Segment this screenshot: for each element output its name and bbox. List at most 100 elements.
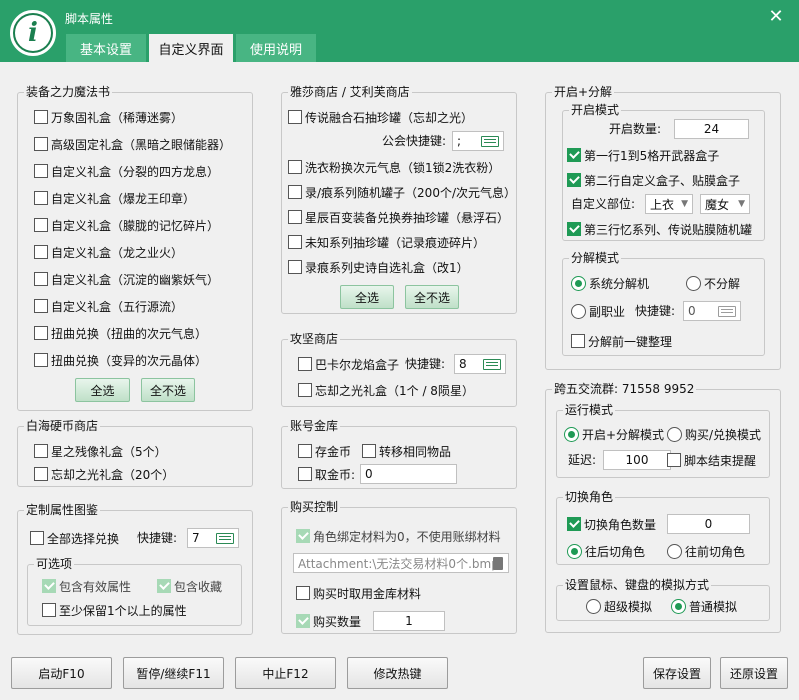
checkbox-row1[interactable]: 第一行1到5格开武器盒子	[567, 145, 719, 165]
sasha-select-all-button[interactable]: 全选	[340, 285, 394, 309]
radio-super-sim[interactable]: 超级模拟	[586, 596, 652, 616]
save-settings-button[interactable]: 保存设置	[643, 657, 711, 689]
checkbox-switch-count[interactable]: 切换角色数量	[567, 514, 656, 534]
radio-go-back[interactable]: 往后切角色	[567, 541, 645, 561]
radio-sys-decompose[interactable]: 系统分解机	[571, 273, 649, 293]
group-title: 切换角色	[563, 490, 616, 504]
checkbox-withdraw-gold[interactable]: 取金币:	[298, 464, 355, 484]
window-title: 脚本属性	[65, 12, 114, 26]
checkbox-magic-9[interactable]: 扭曲兑换（变异的次元晶体）	[34, 350, 207, 370]
radio-normal-sim[interactable]: 普通模拟	[671, 596, 737, 616]
group-title: 装备之力魔法书	[24, 85, 113, 99]
delay-label: 延迟:	[568, 453, 597, 467]
checkbox-magic-1[interactable]: 高级固定礼盒（黑暗之眼储能器）	[34, 134, 231, 154]
guild-hotkey-label: 公会快捷键:	[382, 134, 447, 148]
checkbox-keep-one[interactable]: 至少保留1个以上的属性	[42, 600, 187, 620]
checkbox-include-valid: 包含有效属性	[42, 576, 131, 596]
custom-part-label: 自定义部位:	[571, 197, 636, 211]
checkbox-row2[interactable]: 第二行自定义盒子、贴膜盒子	[567, 170, 740, 190]
group-title: 开启模式	[569, 103, 622, 117]
chevron-down-icon: ▼	[738, 199, 745, 209]
switch-count-input[interactable]: 0	[667, 514, 750, 534]
checkbox-magic-6[interactable]: 自定义礼盒（沉淀的幽紫妖气）	[34, 269, 219, 289]
checkbox-oblivion-box[interactable]: 忘却之光礼盒（1个 / 8陨星）	[298, 380, 474, 400]
checkbox-magic-5[interactable]: 自定义礼盒（龙之业火）	[34, 242, 183, 262]
open-count-input[interactable]: 24	[674, 119, 749, 139]
attr-hotkey-input[interactable]: 7	[187, 528, 239, 548]
open-count-label: 开启数量:	[609, 122, 662, 136]
file-icon[interactable]	[493, 557, 503, 570]
part-select[interactable]: 上衣 ▼	[645, 194, 693, 214]
checkbox-magic-7[interactable]: 自定义礼盒（五行源流）	[34, 296, 183, 316]
group-title: 定制属性图鉴	[24, 503, 101, 517]
stop-button[interactable]: 中止F12	[235, 657, 336, 689]
checkbox-magic-4[interactable]: 自定义礼盒（朦胧的记忆碎片）	[34, 215, 219, 235]
checkbox-bakal-box[interactable]: 巴卡尔龙焰盒子	[298, 354, 399, 374]
tab-custom-ui[interactable]: 自定义界面	[149, 34, 233, 62]
tab-instructions[interactable]: 使用说明	[236, 34, 316, 62]
tab-basic-settings[interactable]: 基本设置	[66, 34, 146, 62]
checkbox-magic-2[interactable]: 自定义礼盒（分裂的四方龙息）	[34, 161, 219, 181]
checkbox-magic-0[interactable]: 万象固礼盒（稀薄迷雾）	[34, 107, 183, 127]
keyboard-icon	[481, 136, 499, 147]
keyboard-icon	[718, 306, 736, 317]
group-title: 攻坚商店	[288, 332, 341, 346]
pause-resume-button[interactable]: 暂停/继续F11	[123, 657, 224, 689]
checkbox-sasha-1[interactable]: 洗衣粉换次元气息（锁1锁2洗衣粉）	[288, 157, 500, 177]
group-title: 白海硬币商店	[24, 419, 101, 433]
radio-mode-open[interactable]: 开启+分解模式	[564, 424, 664, 444]
checkbox-bind-material: 角色绑定材料为0，不使用账绑材料	[296, 526, 501, 546]
sasha-select-none-button[interactable]: 全不选	[405, 285, 459, 309]
hotkey-label: 快捷键:	[137, 531, 178, 545]
sub-hotkey-label: 快捷键:	[635, 304, 676, 318]
magic-select-all-button[interactable]: 全选	[75, 378, 130, 402]
group-title: 雅莎商店 / 艾利芙商店	[288, 85, 412, 99]
start-button[interactable]: 启动F10	[11, 657, 112, 689]
checkbox-coin-1[interactable]: 忘却之光礼盒（20个）	[34, 464, 174, 484]
role-select[interactable]: 魔女 ▼	[700, 194, 750, 214]
checkbox-include-collect: 包含收藏	[157, 576, 222, 596]
checkbox-select-all-exchange[interactable]: 全部选择兑换	[30, 528, 119, 548]
restore-settings-button[interactable]: 还原设置	[720, 657, 788, 689]
sub-hotkey-input[interactable]: 0	[683, 301, 741, 321]
group-title: 跨五交流群: 71558 9952	[552, 382, 697, 396]
radio-go-front[interactable]: 往前切角色	[667, 541, 745, 561]
radio-no-decompose[interactable]: 不分解	[686, 273, 740, 293]
keyboard-icon	[483, 359, 501, 370]
delay-input[interactable]: 100	[603, 450, 671, 470]
keyboard-icon	[216, 533, 234, 544]
checkbox-buy-quantity: 购买数量	[296, 611, 361, 631]
app-logo: i	[10, 10, 56, 56]
checkbox-sasha-0[interactable]: 传说融合石抽珍罐（忘却之光）	[288, 107, 473, 127]
checkbox-sasha-5[interactable]: 录痕系列史诗自选礼盒（改1）	[288, 257, 469, 277]
radio-sub-job[interactable]: 副职业	[571, 301, 625, 321]
group-title: 运行模式	[563, 403, 616, 417]
info-icon: i	[15, 15, 51, 51]
checkbox-use-vault[interactable]: 购买时取用金库材料	[296, 583, 421, 603]
group-title: 购买控制	[288, 500, 341, 514]
checkbox-sasha-4[interactable]: 未知系列抽珍罐（记录痕迹碎片）	[288, 232, 485, 252]
close-icon[interactable]: ✕	[764, 6, 788, 27]
hotkey-label: 快捷键:	[405, 357, 446, 371]
checkbox-magic-8[interactable]: 扭曲兑换（扭曲的次元气息）	[34, 323, 207, 343]
checkbox-transfer-items[interactable]: 转移相同物品	[362, 441, 451, 461]
radio-mode-buy[interactable]: 购买/兑换模式	[667, 424, 761, 444]
attachment-path-input[interactable]: Attachment:\无法交易材料0个.bmp	[293, 553, 509, 573]
checkbox-magic-3[interactable]: 自定义礼盒（爆龙王印章）	[34, 188, 195, 208]
magic-select-none-button[interactable]: 全不选	[141, 378, 195, 402]
checkbox-row3[interactable]: 第三行忆系列、传说贴膜随机罐	[567, 219, 752, 239]
buy-quantity-input[interactable]: 1	[373, 611, 445, 631]
checkbox-deposit-gold[interactable]: 存金币	[298, 441, 351, 461]
group-title: 账号金库	[288, 419, 341, 433]
checkbox-pre-arrange[interactable]: 分解前一键整理	[571, 331, 672, 351]
checkbox-sasha-3[interactable]: 星辰百变装备兑换券抽珍罐（悬浮石）	[288, 207, 509, 227]
guild-hotkey-input[interactable]: ;	[452, 131, 504, 151]
edit-hotkeys-button[interactable]: 修改热键	[347, 657, 448, 689]
group-title: 可选项	[34, 557, 75, 571]
checkbox-end-remind[interactable]: 脚本结束提醒	[667, 450, 756, 470]
checkbox-sasha-2[interactable]: 录/痕系列随机罐子（200个/次元气息）	[288, 182, 516, 202]
checkbox-coin-0[interactable]: 星之残像礼盒（5个）	[34, 441, 167, 461]
withdraw-gold-input[interactable]: 0	[360, 464, 457, 484]
siege-hotkey-input[interactable]: 8	[454, 354, 506, 374]
group-title: 分解模式	[569, 251, 622, 265]
